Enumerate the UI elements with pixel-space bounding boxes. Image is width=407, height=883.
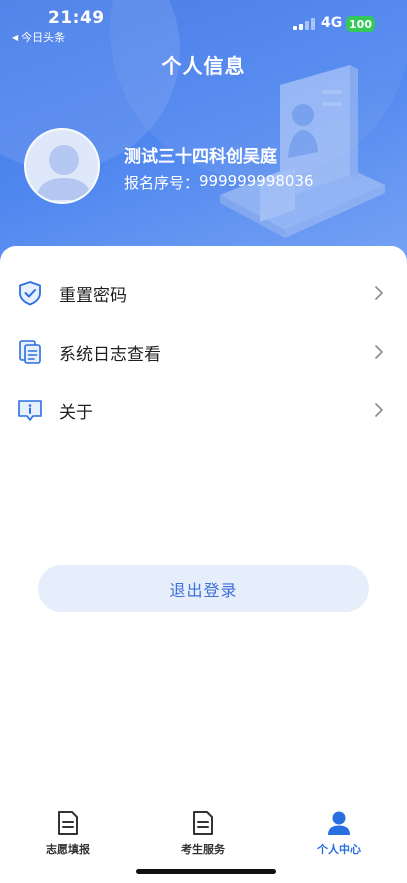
menu-item-about[interactable]: 关于: [0, 382, 407, 438]
menu-item-label: 关于: [59, 402, 93, 423]
back-arrow-icon: ◀: [12, 32, 19, 42]
tab-candidate-services[interactable]: 考生服务: [143, 800, 263, 860]
battery-icon: 100: [346, 16, 375, 32]
person-icon: [328, 811, 350, 835]
document-icon: [58, 811, 78, 835]
tab-label: 考生服务: [181, 843, 225, 856]
document-copy-icon: [19, 340, 41, 364]
signal-icon: [293, 18, 315, 30]
info-bubble-icon: [18, 400, 42, 421]
status-bar: 21:49 ◀ 今日头条 4G 100: [0, 0, 407, 44]
person-icon: [36, 145, 92, 200]
page-title: 个人信息: [161, 54, 246, 78]
chevron-right-icon: [375, 403, 383, 417]
user-name: 测试三十四科创吴庭: [124, 147, 277, 167]
tab-label: 志愿填报: [46, 843, 90, 856]
avatar[interactable]: [24, 128, 100, 204]
tab-label: 个人中心: [317, 843, 361, 856]
registration-number-row: 报名序号： 999999998036: [124, 172, 314, 193]
home-indicator: [136, 869, 276, 874]
tab-volunteer-filling[interactable]: 志愿填报: [8, 800, 128, 860]
back-to-app-link[interactable]: ◀ 今日头条: [12, 29, 65, 45]
menu-item-reset-password[interactable]: 重置密码: [0, 265, 407, 321]
status-time: 21:49: [48, 8, 105, 28]
shield-check-icon: [19, 281, 41, 306]
back-app-label: 今日头条: [21, 31, 66, 44]
tab-personal-center[interactable]: 个人中心: [279, 800, 399, 860]
registration-label: 报名序号：: [124, 174, 200, 192]
bottom-tab-bar: 志愿填报 考生服务 个人中心: [0, 800, 407, 860]
chevron-right-icon: [375, 286, 383, 300]
logout-button[interactable]: 退出登录: [38, 565, 369, 612]
menu-item-system-log[interactable]: 系统日志查看: [0, 324, 407, 380]
menu-item-label: 重置密码: [59, 285, 127, 306]
menu-item-label: 系统日志查看: [59, 344, 161, 365]
network-type: 4G: [321, 15, 343, 31]
chevron-right-icon: [375, 345, 383, 359]
registration-number: 999999998036: [199, 172, 314, 190]
document-icon: [193, 811, 213, 835]
battery-level: 100: [349, 17, 372, 31]
